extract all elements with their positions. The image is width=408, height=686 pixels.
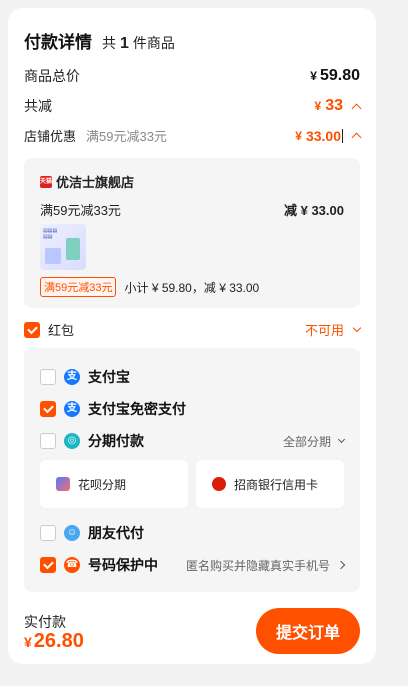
promo-tag: 满59元减33元 <box>40 277 117 297</box>
installment-option-huabei[interactable]: 花呗分期 <box>40 460 188 508</box>
installment-selector[interactable]: 全部分期 <box>283 433 346 450</box>
goods-total-row: 商品总价 ¥59.80 <box>24 66 360 86</box>
huabei-icon <box>56 477 70 491</box>
chevron-up-icon[interactable] <box>351 132 362 143</box>
header: 付款详情 共 1 件商品 <box>24 28 175 53</box>
store-subtotal: 小计 ¥ 59.80，减 ¥ 33.00 <box>124 280 260 295</box>
alipay-icon: 支 <box>64 401 80 417</box>
friend-pay-checkbox[interactable] <box>40 525 56 541</box>
chevron-up-icon[interactable] <box>351 103 362 113</box>
store-promo-amount: 减 ¥ 33.00 <box>283 203 344 218</box>
actual-pay-value: ¥26.80 <box>24 630 84 652</box>
payment-option-friend[interactable]: ☺ 朋友代付 <box>40 523 344 543</box>
store-promo-text: 满59元减33元 <box>40 203 121 218</box>
red-packet-status[interactable]: 不可用 <box>305 320 362 339</box>
payment-option-alipay[interactable]: 支 支付宝 <box>40 367 344 387</box>
actual-pay-label: 实付款 <box>24 614 66 630</box>
store-promo-line: 满59元减33元 减 ¥ 33.00 <box>40 200 344 219</box>
payment-details-card: 付款详情 共 1 件商品 商品总价 ¥59.80 共减 ¥33 店铺优惠 满59元减… <box>8 8 376 664</box>
friend-pay-icon: ☺ <box>64 525 80 541</box>
goods-total-value: ¥59.80 <box>310 67 360 84</box>
text-cursor <box>342 128 343 143</box>
chevron-down-icon <box>352 323 362 332</box>
alipay-checkbox[interactable] <box>40 369 56 385</box>
store-logo-icon: 天猫 <box>40 175 52 188</box>
store-promo-panel: 天猫 优洁士旗舰店 满59元减33元 减 ¥ 33.00 ▤▤▤ ▤▤ 满59元减… <box>24 158 360 308</box>
red-packet-row[interactable]: 红包 不可用 <box>24 320 362 339</box>
store-tag-line: 满59元减33元 小计 ¥ 59.80，减 ¥ 33.00 <box>40 277 259 297</box>
chevron-right-icon <box>336 560 346 570</box>
submit-order-button[interactable]: 提交订单 <box>256 608 360 654</box>
store-discount-value: ¥33.00 <box>295 128 362 144</box>
number-protect-checkbox[interactable] <box>40 557 56 573</box>
store-name[interactable]: 天猫 优洁士旗舰店 <box>40 172 134 191</box>
number-protect-icon: ☎ <box>64 557 80 573</box>
payment-option-alipay-nopwd[interactable]: 支 支付宝免密支付 <box>40 399 344 419</box>
installment-checkbox[interactable] <box>40 433 56 449</box>
installment-option-cmb[interactable]: 招商银行信用卡 <box>196 460 344 508</box>
alipay-nopwd-checkbox[interactable] <box>40 401 56 417</box>
store-discount-row[interactable]: 店铺优惠 满59元减33元 ¥33.00 <box>24 126 362 145</box>
discount-value: ¥33 <box>315 97 362 115</box>
alipay-icon: 支 <box>64 369 80 385</box>
installment-icon: ◎ <box>64 433 80 449</box>
payment-methods-panel: 支 支付宝 支 支付宝免密支付 ◎ 分期付款 全部分期 花呗分期 招商银行信用卡… <box>24 348 360 592</box>
store-discount-label: 店铺优惠 <box>24 129 77 144</box>
payment-option-number-protect[interactable]: ☎ 号码保护中 匿名购买并隐藏真实手机号 <box>40 555 346 575</box>
chevron-down-icon <box>337 435 346 444</box>
number-protect-detail[interactable]: 匿名购买并隐藏真实手机号 <box>186 557 346 574</box>
payment-option-installment[interactable]: ◎ 分期付款 全部分期 <box>40 431 346 451</box>
discount-label: 共减 <box>24 98 52 114</box>
cmb-icon <box>212 477 226 491</box>
goods-total-label: 商品总价 <box>24 68 80 84</box>
item-count: 共 1 件商品 <box>102 35 175 52</box>
discount-row[interactable]: 共减 ¥33 <box>24 96 362 116</box>
page-title: 付款详情 <box>24 33 92 52</box>
red-packet-checkbox[interactable] <box>24 321 40 338</box>
product-thumbnail[interactable]: ▤▤▤ ▤▤ <box>40 224 86 270</box>
store-discount-rule: 满59元减33元 <box>86 129 167 144</box>
red-packet-label: 红包 <box>48 323 75 338</box>
